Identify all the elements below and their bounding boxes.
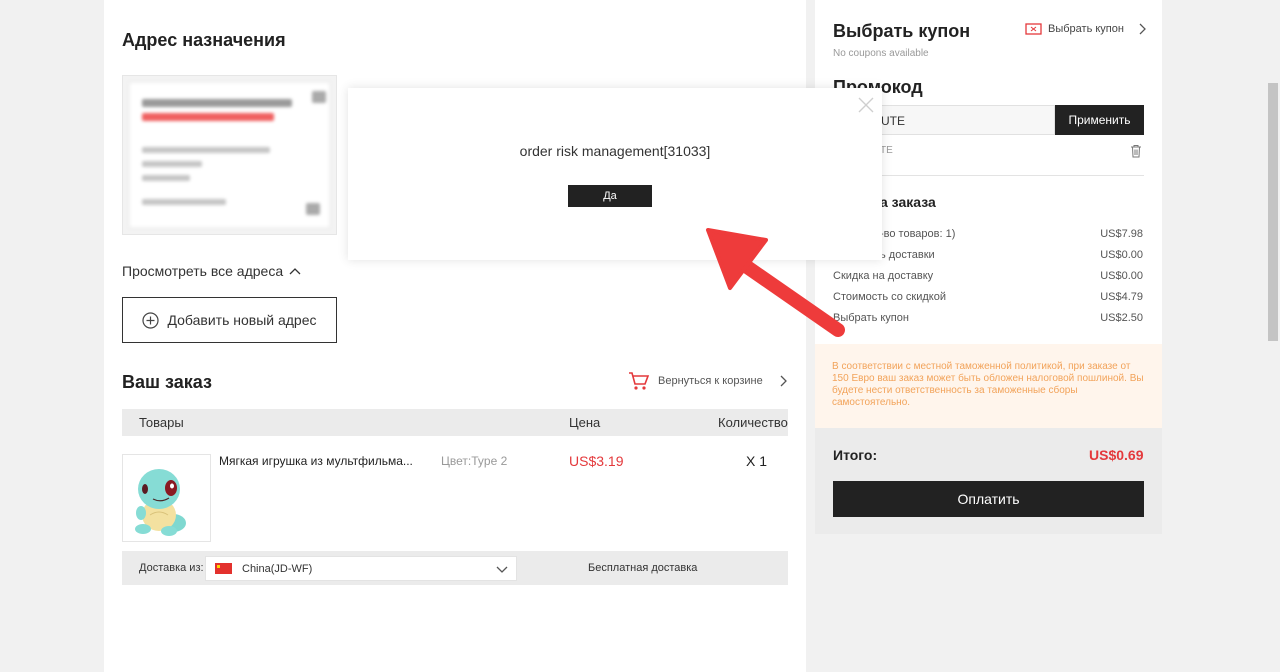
product-color: Цвет:Type 2 (441, 454, 508, 468)
summary-value: US$7.98 (1100, 228, 1143, 240)
chevron-up-icon (289, 268, 301, 275)
product-image[interactable] (122, 454, 211, 542)
view-all-label: Просмотреть все адреса (122, 263, 284, 279)
shipping-from-label: Доставка из: (139, 562, 204, 574)
summary-value: US$0.00 (1100, 249, 1143, 261)
summary-label: -во товаров: 1) (880, 228, 956, 240)
coupon-title: Выбрать купон (833, 21, 971, 41)
select-coupon-link[interactable]: Выбрать купон (1025, 23, 1146, 35)
address-section-title: Адрес назначения (122, 30, 286, 50)
shipping-row: Доставка из: China(JD-WF) Бесплатная дос… (122, 551, 788, 585)
coupon-ticket-icon (1025, 23, 1042, 35)
trash-icon[interactable] (1130, 144, 1142, 158)
summary-value: US$2.50 (1100, 312, 1143, 324)
cart-icon (629, 372, 650, 390)
summary-value: US$0.00 (1100, 270, 1143, 282)
chevron-right-icon (1139, 23, 1146, 35)
scrollbar-thumb[interactable] (1268, 83, 1278, 341)
close-icon[interactable] (857, 96, 875, 114)
product-table-header: Товары Цена Количество (122, 409, 788, 436)
product-price: US$3.19 (569, 453, 624, 469)
back-to-cart-link[interactable]: Вернуться к корзине (628, 371, 787, 391)
column-price: Цена (569, 415, 601, 430)
summary-row-coupon: Выбрать купон US$2.50 (833, 312, 1143, 324)
chevron-down-icon (496, 566, 508, 573)
total-value: US$0.69 (1089, 447, 1144, 463)
product-quantity: X 1 (746, 453, 768, 469)
product-name[interactable]: Мягкая игрушка из мультфильма... (219, 454, 413, 468)
column-products: Товары (139, 415, 184, 430)
summary-row-discounted-price: Стоимость со скидкой US$4.79 (833, 291, 1143, 303)
total-label: Итого: (833, 447, 878, 463)
shipping-origin-value: China(JD-WF) (242, 562, 313, 575)
add-address-button[interactable]: Добавить новый адрес (122, 297, 337, 343)
address-card-blurred-content (129, 82, 330, 228)
summary-title: а заказа (880, 194, 936, 210)
chevron-right-icon (780, 375, 787, 387)
summary-row-shipping-discount: Скидка на доставку US$0.00 (833, 270, 1143, 282)
shipping-method: Бесплатная доставка (588, 562, 698, 574)
pay-button[interactable]: Оплатить (833, 481, 1144, 517)
select-coupon-link-label: Выбрать купон (1048, 23, 1124, 35)
promo-apply-button[interactable]: Применить (1055, 105, 1144, 135)
china-flag-icon (215, 563, 232, 574)
dialog-ok-button[interactable]: Да (568, 185, 652, 207)
view-all-addresses-link[interactable]: Просмотреть все адреса (122, 263, 301, 279)
order-section-title: Ваш заказ (122, 372, 212, 392)
address-card[interactable] (122, 75, 337, 235)
column-quantity: Количество (718, 415, 788, 430)
add-address-label: Добавить новый адрес (167, 312, 317, 328)
summary-label: ь доставки (880, 249, 935, 261)
plus-circle-icon (142, 311, 160, 329)
summary-value: US$4.79 (1100, 291, 1143, 303)
back-to-cart-label: Вернуться к корзине (658, 375, 763, 387)
plush-toy-image (135, 469, 186, 536)
no-coupons-text: No coupons available (833, 48, 929, 59)
dialog-message: order risk management[31033] (519, 143, 711, 159)
shipping-origin-select[interactable]: China(JD-WF) (205, 556, 517, 581)
red-arrow-annotation (706, 228, 845, 337)
customs-notice: В соответствии с местной таможенной поли… (815, 344, 1162, 428)
